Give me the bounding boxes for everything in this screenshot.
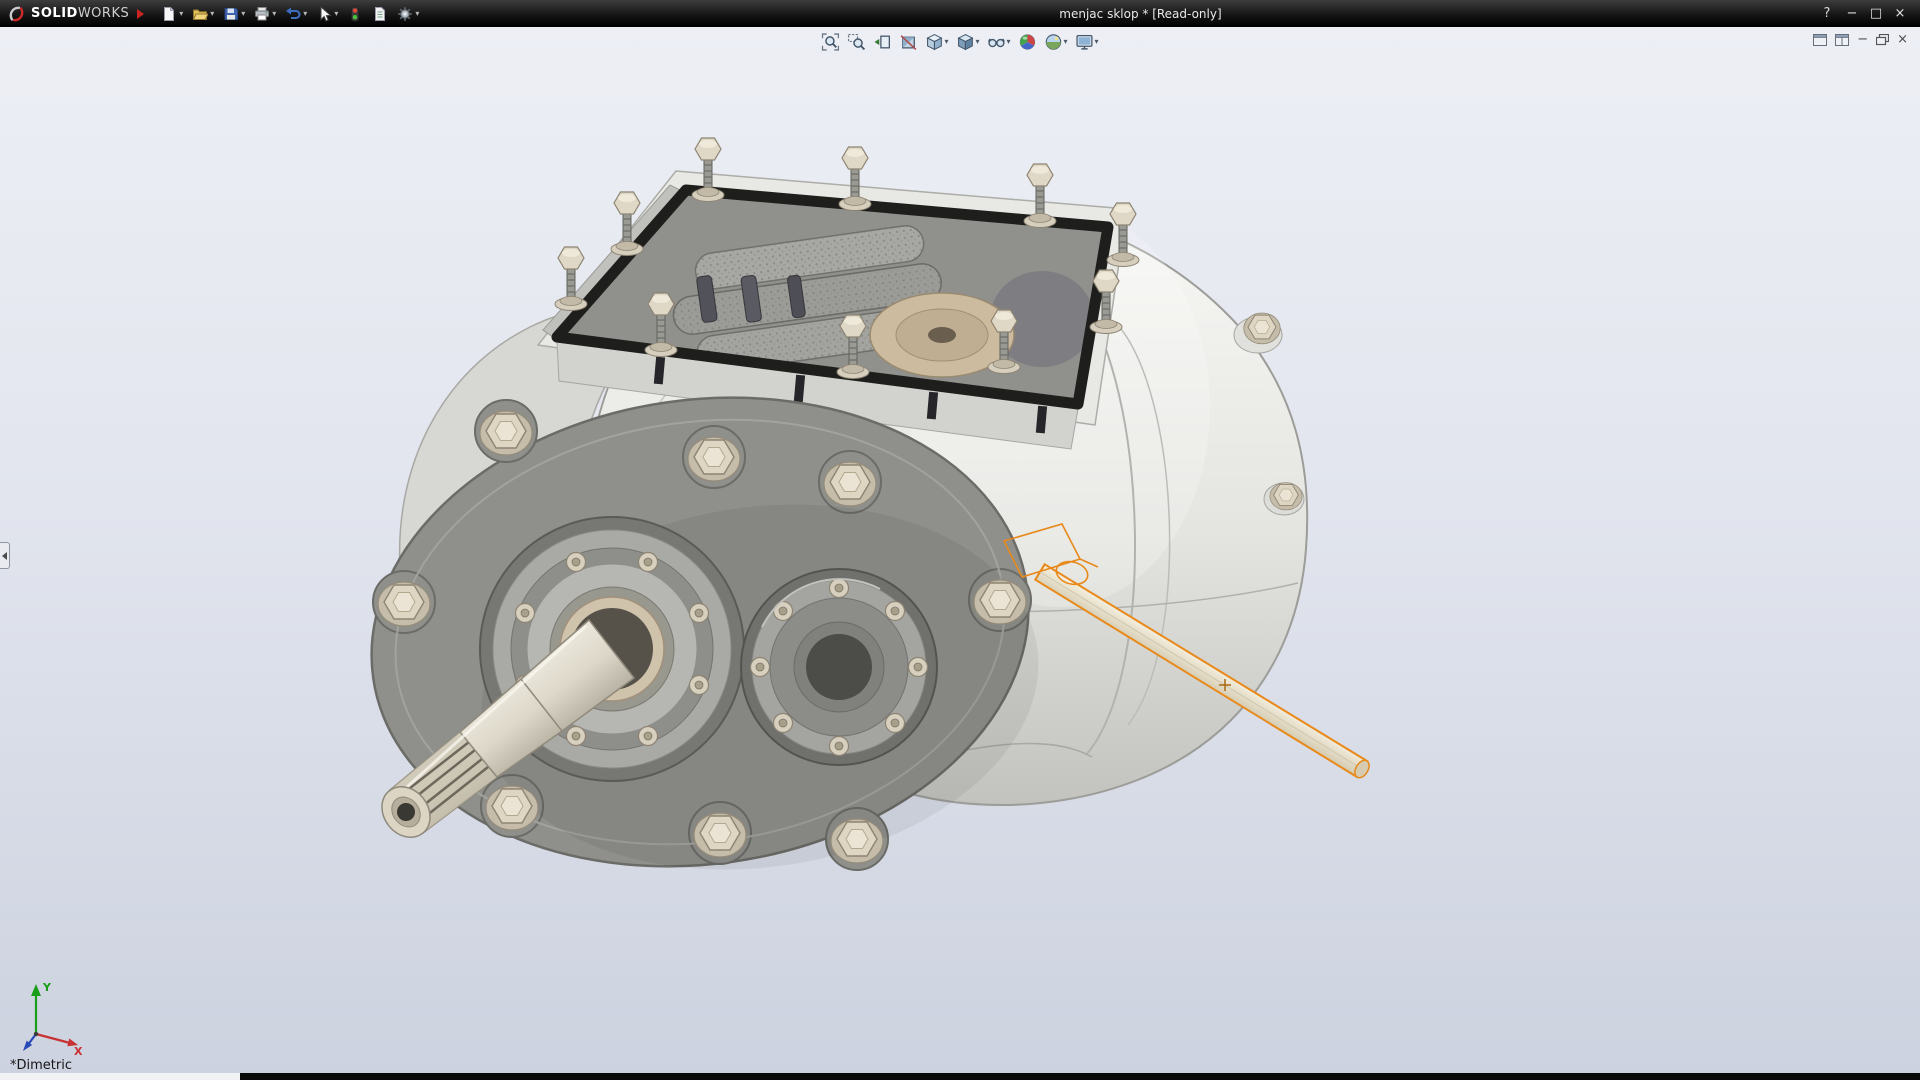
new-document-button[interactable]: ▾ — [158, 4, 186, 24]
reference-triad: Y X — [16, 974, 90, 1056]
open-button[interactable]: ▾ — [189, 4, 217, 24]
previous-view-button[interactable] — [871, 32, 893, 52]
close-window-button[interactable]: × — [1888, 1, 1912, 26]
dropdown-caret[interactable]: ▾ — [303, 10, 307, 18]
document-minimize-button[interactable]: − — [1857, 34, 1868, 46]
titlebar: SOLIDWORKS ▾ ▾ ▾ — [0, 0, 1920, 27]
new-document-icon — [161, 6, 177, 22]
triad-y-label: Y — [42, 981, 52, 994]
document-close-button[interactable]: × — [1897, 34, 1908, 46]
solidworks-logo-icon — [8, 5, 26, 23]
gearbox-model[interactable] — [341, 138, 1372, 908]
print-icon — [254, 6, 270, 22]
app-name: SOLIDWORKS — [31, 6, 129, 21]
heads-up-view-toolbar: ▾ ▾ ▾ — [819, 32, 1100, 52]
print-button[interactable]: ▾ — [251, 4, 279, 24]
section-view-icon — [899, 33, 917, 51]
window-controls: ? − □ × — [1814, 1, 1912, 26]
view-orientation-cube-icon — [925, 33, 943, 51]
rebuild-button[interactable] — [344, 4, 366, 24]
model-canvas[interactable] — [0, 27, 1920, 1080]
zoom-to-fit-button[interactable] — [819, 32, 841, 52]
section-view-button[interactable] — [897, 32, 919, 52]
zoom-to-area-icon — [847, 33, 865, 51]
pane-window-icon[interactable] — [1813, 34, 1827, 46]
minimize-window-button[interactable]: − — [1840, 1, 1864, 26]
dropdown-caret[interactable]: ▾ — [210, 10, 214, 18]
save-button[interactable]: ▾ — [220, 4, 248, 24]
pane-window-split-icon[interactable] — [1835, 34, 1849, 46]
zoom-to-fit-icon — [821, 33, 839, 51]
document-title: menjac sklop * [Read-only] — [1059, 7, 1221, 21]
taskbar-strip — [240, 1073, 1920, 1080]
dropdown-caret[interactable]: ▾ — [1095, 38, 1099, 46]
apply-scene-button[interactable]: ▾ — [1043, 32, 1070, 52]
bearing-cover[interactable] — [741, 569, 937, 765]
document-window-controls: − × — [1813, 34, 1908, 46]
view-orientation-button[interactable]: ▾ — [923, 32, 950, 52]
dropdown-caret[interactable]: ▾ — [1006, 38, 1010, 46]
save-icon — [223, 6, 239, 22]
help-button[interactable]: ? — [1814, 6, 1840, 21]
dropdown-caret[interactable]: ▾ — [334, 10, 338, 18]
dropdown-caret[interactable]: ▾ — [415, 10, 419, 18]
rebuild-traffic-light-icon — [347, 6, 363, 22]
dropdown-caret[interactable]: ▾ — [975, 38, 979, 46]
open-folder-icon — [192, 6, 208, 22]
zoom-to-area-button[interactable] — [845, 32, 867, 52]
view-orientation-label: *Dimetric — [10, 1058, 72, 1073]
select-button[interactable]: ▾ — [313, 4, 341, 24]
edit-appearance-sphere-icon — [1019, 33, 1037, 51]
display-style-button[interactable]: ▾ — [954, 32, 981, 52]
solidworks-logo: SOLIDWORKS — [8, 5, 129, 23]
undo-button[interactable]: ▾ — [282, 4, 310, 24]
dropdown-caret[interactable]: ▾ — [272, 10, 276, 18]
select-cursor-icon — [316, 6, 332, 22]
dropdown-caret[interactable]: ▾ — [241, 10, 245, 18]
view-settings-icon — [1076, 33, 1094, 51]
apply-scene-icon — [1045, 33, 1063, 51]
hide-show-glasses-icon — [987, 33, 1005, 51]
view-settings-button[interactable]: ▾ — [1074, 32, 1101, 52]
previous-view-icon — [873, 33, 891, 51]
solidworks-window: SOLIDWORKS ▾ ▾ ▾ — [0, 0, 1920, 1080]
graphics-viewport[interactable]: ▾ ▾ ▾ — [0, 27, 1920, 1080]
quick-access-toolbar: ▾ ▾ ▾ ▾ — [158, 4, 422, 24]
maximize-window-button[interactable]: □ — [1864, 1, 1888, 26]
dropdown-caret[interactable]: ▾ — [1064, 38, 1068, 46]
document-restore-button[interactable] — [1876, 34, 1889, 46]
file-properties-button[interactable] — [369, 4, 391, 24]
file-properties-icon — [372, 6, 388, 22]
featuremanager-collapsed-tab[interactable] — [0, 542, 10, 569]
triad-x-label: X — [74, 1045, 83, 1056]
hide-show-items-button[interactable]: ▾ — [985, 32, 1012, 52]
statusbar-left-strip — [0, 1073, 240, 1080]
menu-expand-arrow[interactable] — [137, 9, 144, 19]
undo-icon — [285, 6, 301, 22]
options-button[interactable]: ▾ — [394, 4, 422, 24]
dropdown-caret[interactable]: ▾ — [944, 38, 948, 46]
edit-appearance-button[interactable] — [1017, 32, 1039, 52]
dropdown-caret[interactable]: ▾ — [179, 10, 183, 18]
display-style-icon — [956, 33, 974, 51]
options-gear-icon — [397, 6, 413, 22]
